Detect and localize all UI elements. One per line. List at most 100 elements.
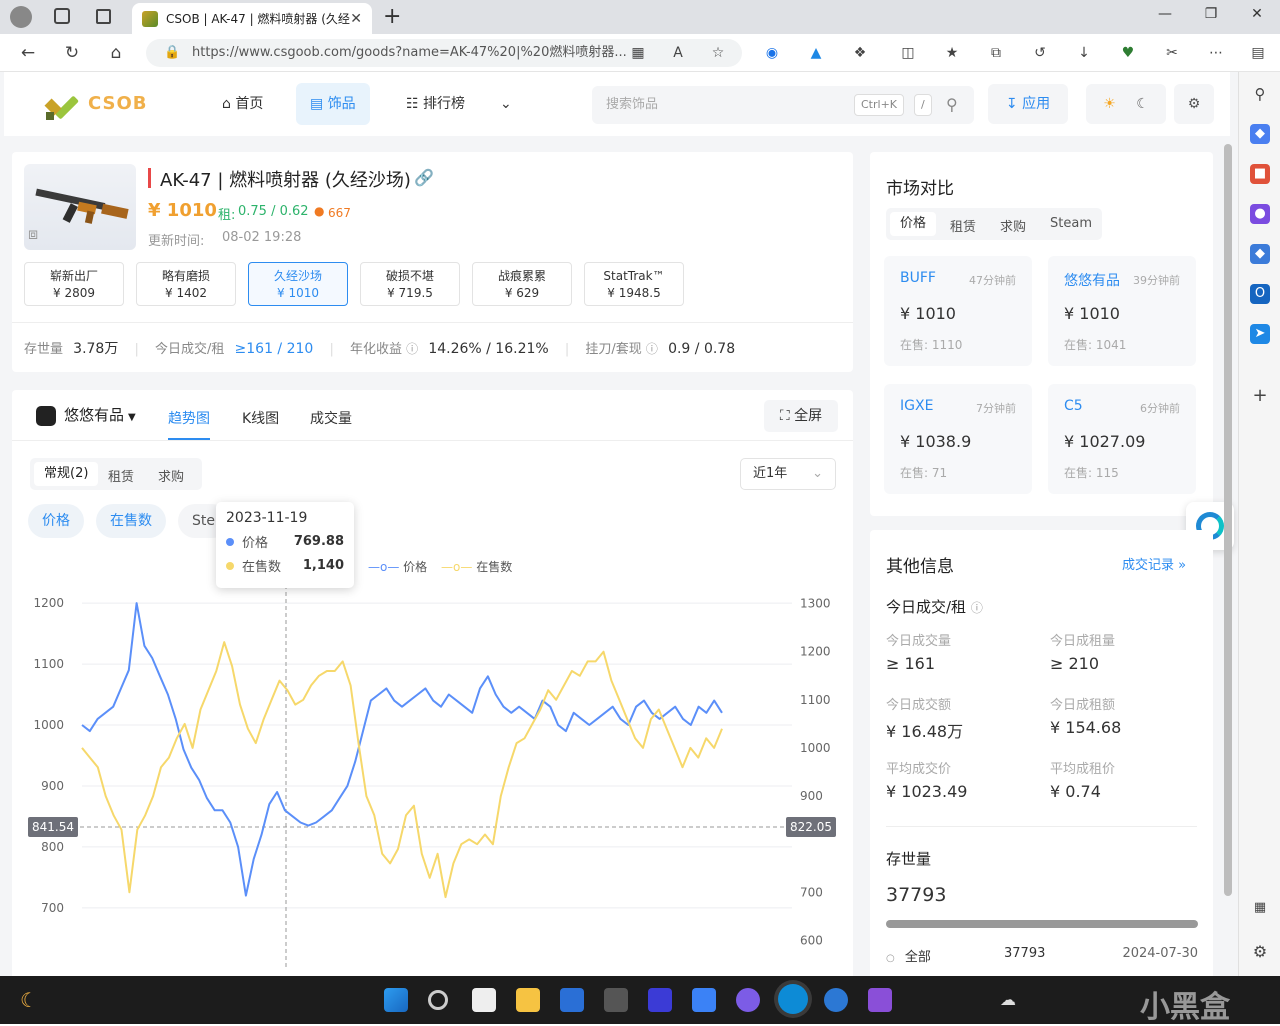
history-icon[interactable]: ↺ [1030,43,1050,63]
page-scrollbar[interactable] [1224,144,1232,896]
close-tab-icon[interactable]: ✕ [350,11,362,27]
extensions-puzzle-icon[interactable]: ❖ [850,43,870,63]
nav-more-chevron-icon[interactable]: ⌄ [486,83,526,125]
wear-factory-new[interactable]: 崭新出厂 ¥ 2809 [24,262,124,306]
games-icon[interactable]: ● [1250,204,1270,224]
apply-button[interactable]: ↧ 应用 [988,84,1068,124]
app-icon[interactable] [604,988,628,1012]
start-icon[interactable] [384,988,408,1012]
tools-icon[interactable]: ■ [1250,164,1270,184]
trade-records-link[interactable]: 成交记录 » [1122,554,1186,573]
wear-price: ¥ 1948.5 [607,286,661,300]
wear-stattrak[interactable]: StatTrak™ ¥ 1948.5 [584,262,684,306]
settings-button[interactable]: ⚙ [1174,84,1214,124]
task-view-icon[interactable] [472,988,496,1012]
favorites-icon[interactable]: ★ [942,43,962,63]
split-screen-icon[interactable]: ◫ [898,43,918,63]
tab-volume[interactable]: 成交量 [310,408,352,428]
app-icon[interactable] [648,988,672,1012]
close-window-icon[interactable]: ✕ [1242,6,1272,22]
wear-battle-scarred[interactable]: 战痕累累 ¥ 629 [472,262,572,306]
market-card-youpin[interactable]: 悠悠有品 39分钟前 ¥ 1010 在售: 1041 [1048,256,1196,366]
help-icon[interactable]: ⓘ [971,601,983,615]
download-icon[interactable]: ↓ [1074,43,1094,63]
tab-actions-icon[interactable] [96,9,111,24]
sun-icon[interactable]: ☀ [1103,96,1116,112]
visual-studio-icon[interactable] [868,988,892,1012]
profile-icon[interactable] [10,6,32,28]
screenshot-icon[interactable]: ✂ [1162,43,1182,63]
market-card-igxe[interactable]: IGXE 7分钟前 ¥ 1038.9 在售: 71 [884,384,1032,494]
favorite-star-icon[interactable]: ☆ [708,43,728,63]
file-explorer-icon[interactable] [516,988,540,1012]
app-icon[interactable] [824,988,848,1012]
app-available-icon[interactable]: ▦ [628,43,648,63]
shopping-tag-icon[interactable]: ◆ [1250,124,1270,144]
edge-icon[interactable] [778,984,808,1014]
wear-well-worn[interactable]: 破损不堪 ¥ 719.5 [360,262,460,306]
market-tab-price[interactable]: 价格 [890,212,937,236]
fullscreen-button[interactable]: ⛶ 全屏 [764,400,838,432]
wear-name: 久经沙场 [273,269,322,283]
subtab-rent[interactable]: 租赁 [108,466,134,485]
customize-icon[interactable]: ▦ [1250,898,1270,918]
read-aloud-icon[interactable]: A [668,43,688,63]
restore-icon[interactable]: ❐ [1196,6,1226,22]
app-icon[interactable] [692,988,716,1012]
search-input[interactable]: 搜索饰品 Ctrl+K / ⚲ [592,86,974,124]
cloud-icon[interactable]: ☁ [1000,990,1016,1009]
sidebar-toggle-icon[interactable]: ▤ [1248,43,1268,63]
search-icon[interactable]: ⚲ [946,86,958,124]
copilot-icon[interactable]: ◆ [1250,244,1270,264]
nav-home[interactable]: ⌂ 首页 [208,83,277,125]
send-icon[interactable]: ➤ [1250,324,1270,344]
search-icon[interactable]: ⚲ [1250,84,1270,104]
platform-selector[interactable]: 悠悠有品 ▼ [36,404,136,426]
subtab-normal[interactable]: 常规(2) [34,462,99,486]
weather-moon-icon[interactable]: ☾ [20,988,38,1012]
help-icon[interactable]: ⓘ [646,342,658,356]
moon-icon[interactable]: ☾ [1136,96,1149,112]
tab-trend[interactable]: 趋势图 [168,408,210,428]
app-icon[interactable] [736,988,760,1012]
pill-stock[interactable]: 在售数 [96,504,166,538]
link-icon[interactable]: 🔗 [414,168,434,187]
outlook-icon[interactable]: O [1250,284,1270,304]
help-icon[interactable]: ⓘ [406,342,418,356]
extension-bird-icon[interactable]: ▲ [806,43,826,63]
tab-kline[interactable]: K线图 [242,408,279,428]
extension-blue-icon[interactable]: ◉ [762,43,782,63]
wear-field-tested[interactable]: 久经沙场 ¥ 1010 [248,262,348,306]
refresh-icon[interactable]: ↻ [60,42,84,64]
market-tab-steam[interactable]: Steam [1050,216,1092,231]
nav-items[interactable]: ▤ 饰品 [296,83,370,125]
store-icon[interactable] [560,988,584,1012]
new-tab-button[interactable]: + [383,4,401,29]
subtab-buy[interactable]: 求购 [158,466,184,485]
range-select[interactable]: 近1年 ⌄ [740,458,836,490]
url-field[interactable]: 🔒 https://www.csgoob.com/goods?name=AK-4… [146,39,742,67]
browser-tab-active[interactable]: CSOB | AK-47 | 燃料喷射器 (久经 ✕ [132,3,372,34]
theme-toggle[interactable]: ☀ ☾ [1086,84,1166,124]
trend-chart[interactable]: 700 800 900 1000 1100 1200 600 700 900 1000 1100 12… [12,570,853,976]
pill-price[interactable]: 价格 [28,504,84,538]
market-price: ¥ 1038.9 [900,432,972,451]
back-icon[interactable]: ← [16,42,40,64]
nav-ranking[interactable]: ☷ 排行榜 [392,83,479,125]
market-tab-buy[interactable]: 求购 [1000,216,1026,235]
more-menu-icon[interactable]: ⋯ [1206,43,1226,63]
add-icon[interactable]: + [1250,386,1270,406]
market-card-c5[interactable]: C5 6分钟前 ¥ 1027.09 在售: 115 [1048,384,1196,494]
minimize-icon[interactable]: — [1150,6,1180,22]
market-tab-rent[interactable]: 租赁 [950,216,976,235]
stat-value-link[interactable]: ≥161 / 210 [235,341,314,357]
performance-icon[interactable]: ♥ [1118,43,1138,63]
workspaces-icon[interactable] [54,8,70,24]
left-tick-label: 800 [41,840,64,854]
collections-icon[interactable]: ⧉ [986,43,1006,63]
home-icon[interactable]: ⌂ [104,42,128,64]
taskbar-search-icon[interactable] [428,990,448,1010]
market-card-buff[interactable]: BUFF 47分钟前 ¥ 1010 在售: 1110 [884,256,1032,366]
settings-icon[interactable]: ⚙ [1250,942,1270,962]
wear-minimal-wear[interactable]: 略有磨损 ¥ 1402 [136,262,236,306]
